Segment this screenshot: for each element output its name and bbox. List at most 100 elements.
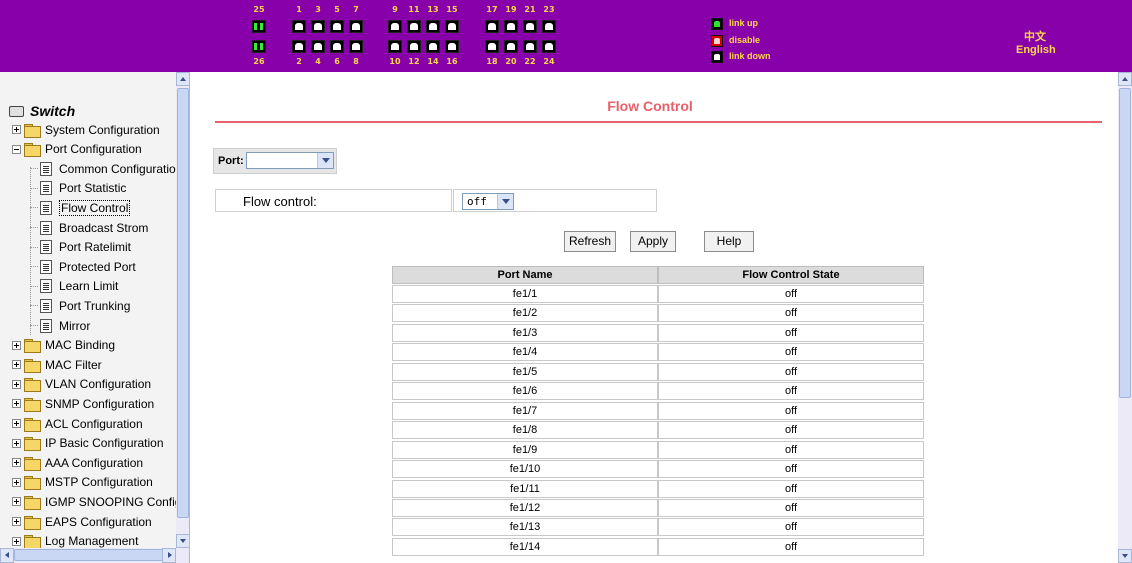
- tree-root-switch[interactable]: Switch: [9, 102, 75, 120]
- tree-item-port-statistic[interactable]: Port Statistic: [40, 179, 126, 198]
- ethernet-port-icon[interactable]: [445, 20, 459, 33]
- tree-item-common-configuration[interactable]: Common Configuration: [40, 159, 182, 178]
- chevron-down-icon[interactable]: [497, 194, 513, 209]
- scroll-up-icon[interactable]: [1118, 72, 1132, 86]
- scroll-thumb[interactable]: [14, 549, 164, 561]
- table-row: fe1/6 off: [392, 382, 924, 401]
- tree-item-igmp-snooping-config[interactable]: IGMP SNOOPING Config: [12, 492, 181, 511]
- flow-control-state-cell: off: [658, 518, 924, 537]
- tree-item-learn-limit[interactable]: Learn Limit: [40, 277, 118, 296]
- scroll-thumb[interactable]: [1119, 88, 1131, 398]
- tree-item-snmp-configuration[interactable]: SNMP Configuration: [12, 394, 154, 413]
- expand-icon[interactable]: [12, 438, 21, 448]
- expand-icon[interactable]: [12, 477, 21, 487]
- ethernet-port-icon[interactable]: [485, 20, 499, 33]
- scroll-thumb[interactable]: [177, 88, 189, 518]
- flow-control-state-cell: off: [658, 537, 924, 556]
- ethernet-port-icon[interactable]: [388, 40, 402, 53]
- flow-control-state-cell: off: [658, 460, 924, 479]
- main-vertical-scrollbar[interactable]: [1118, 72, 1132, 563]
- scroll-up-icon[interactable]: [176, 72, 189, 86]
- tree-item-port-ratelimit[interactable]: Port Ratelimit: [40, 238, 131, 257]
- page-icon: [40, 181, 52, 196]
- tree-item-broadcast-strom[interactable]: Broadcast Strom: [40, 218, 148, 237]
- expand-icon[interactable]: [12, 379, 21, 389]
- tree-item-acl-configuration[interactable]: ACL Configuration: [12, 414, 143, 433]
- ethernet-port-icon[interactable]: [523, 40, 537, 53]
- ethernet-port-icon[interactable]: [426, 20, 440, 33]
- ethernet-port-icon[interactable]: [292, 20, 306, 33]
- tree-item-system-configuration[interactable]: System Configuration: [12, 120, 160, 139]
- ethernet-port-icon[interactable]: [504, 20, 518, 33]
- ethernet-port-icon[interactable]: [523, 20, 537, 33]
- tree-item-ip-basic-configuration[interactable]: IP Basic Configuration: [12, 434, 164, 453]
- sfp-port-icon[interactable]: [252, 40, 266, 53]
- tree-item-protected-port[interactable]: Protected Port: [40, 257, 136, 276]
- port-select[interactable]: [246, 152, 334, 169]
- tree-horizontal-scrollbar[interactable]: [0, 548, 189, 563]
- collapse-icon[interactable]: [12, 144, 21, 154]
- tree-connector: [30, 285, 38, 287]
- tree-item-mstp-configuration[interactable]: MSTP Configuration: [12, 473, 153, 492]
- expand-icon[interactable]: [12, 536, 21, 546]
- tree-item-label: MSTP Configuration: [45, 475, 153, 490]
- tree-item-label: MAC Filter: [45, 357, 102, 372]
- scroll-down-icon[interactable]: [1118, 549, 1132, 563]
- ethernet-port-icon[interactable]: [407, 20, 421, 33]
- tree-item-port-trunking[interactable]: Port Trunking: [40, 296, 130, 315]
- tree-item-vlan-configuration[interactable]: VLAN Configuration: [12, 375, 151, 394]
- ethernet-port-icon[interactable]: [542, 20, 556, 33]
- scroll-left-icon[interactable]: [0, 548, 14, 563]
- apply-button[interactable]: Apply: [630, 231, 676, 252]
- ethernet-port-icon[interactable]: [349, 20, 363, 33]
- port-number-top: 5: [334, 5, 340, 14]
- ethernet-port-icon[interactable]: [426, 40, 440, 53]
- expand-icon[interactable]: [12, 125, 21, 134]
- ethernet-port-icon[interactable]: [311, 40, 325, 53]
- ethernet-port-icon[interactable]: [292, 40, 306, 53]
- expand-icon[interactable]: [12, 497, 21, 507]
- ethernet-port-icon[interactable]: [330, 20, 344, 33]
- help-button[interactable]: Help: [704, 231, 754, 252]
- expand-icon[interactable]: [12, 399, 21, 409]
- ethernet-port-icon[interactable]: [445, 40, 459, 53]
- scroll-right-icon[interactable]: [162, 548, 176, 563]
- expand-icon[interactable]: [12, 340, 21, 350]
- ethernet-port-icon[interactable]: [330, 40, 344, 53]
- ethernet-port-icon[interactable]: [504, 40, 518, 53]
- expand-icon[interactable]: [12, 517, 21, 526]
- sfp-port-icon[interactable]: [252, 20, 266, 33]
- tree-item-mac-filter[interactable]: MAC Filter: [12, 355, 102, 374]
- header-flow-control-state: Flow Control State: [658, 266, 924, 284]
- expand-icon[interactable]: [12, 458, 21, 468]
- ethernet-port-icon[interactable]: [388, 20, 402, 33]
- expand-icon[interactable]: [12, 419, 21, 428]
- tree-item-port-configuration[interactable]: Port Configuration: [12, 140, 142, 159]
- tree-item-label: Flow Control: [59, 199, 131, 216]
- ethernet-port-icon[interactable]: [349, 40, 363, 53]
- tree-item-mirror[interactable]: Mirror: [40, 316, 90, 335]
- tree-connector: [30, 227, 38, 228]
- tree-item-mac-binding[interactable]: MAC Binding: [12, 336, 115, 355]
- ethernet-port-icon[interactable]: [407, 40, 421, 53]
- tree-connector: [30, 168, 38, 170]
- tree-item-label: Learn Limit: [59, 279, 119, 294]
- tree-item-aaa-configuration[interactable]: AAA Configuration: [12, 453, 143, 472]
- port-number-bottom: 16: [446, 57, 458, 66]
- expand-icon[interactable]: [12, 360, 21, 370]
- flow-control-select[interactable]: off: [462, 193, 514, 210]
- tree-item-eaps-configuration[interactable]: EAPS Configuration: [12, 512, 152, 531]
- flow-control-state-cell: off: [658, 343, 924, 362]
- ethernet-port-icon[interactable]: [485, 40, 499, 53]
- refresh-button[interactable]: Refresh: [564, 231, 616, 252]
- tree-item-flow-control[interactable]: Flow Control: [40, 198, 131, 217]
- language-chinese-link[interactable]: 中文: [1024, 28, 1046, 44]
- tree-vertical-scrollbar[interactable]: [176, 72, 189, 548]
- tree-connector: [30, 325, 38, 326]
- ethernet-port-icon[interactable]: [542, 40, 556, 53]
- ethernet-port-icon[interactable]: [311, 20, 325, 33]
- chevron-down-icon[interactable]: [317, 153, 333, 168]
- scroll-down-icon[interactable]: [176, 534, 189, 548]
- tree-item-label: AAA Configuration: [45, 455, 144, 470]
- language-english-link[interactable]: English: [1016, 44, 1056, 56]
